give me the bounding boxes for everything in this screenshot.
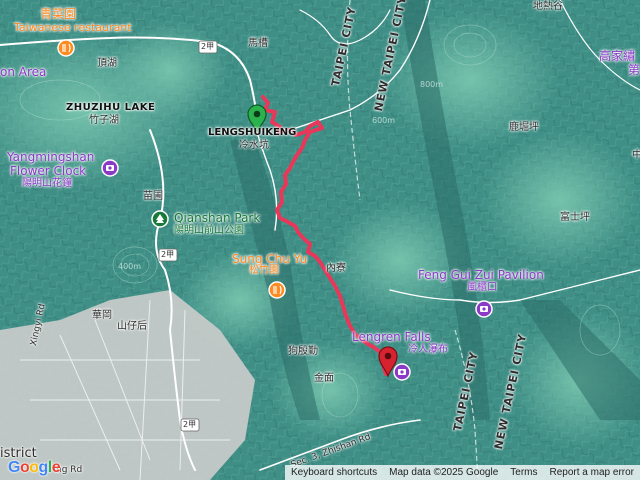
label-zhuzihu-lake: ZHUZIHU LAKE bbox=[66, 102, 156, 113]
label-fu-shi-ping: 富士坪 bbox=[560, 212, 590, 223]
park-tree-icon[interactable] bbox=[151, 210, 169, 228]
label-yangmingshan-zh[interactable]: 陽明山花鐘 bbox=[22, 179, 72, 189]
label-sung-chu-yu[interactable]: Sung Chu Yu bbox=[232, 253, 307, 265]
label-zhong-partial: 中 bbox=[632, 150, 640, 161]
attraction-camera-icon[interactable] bbox=[475, 300, 493, 318]
restaurant-icon[interactable] bbox=[57, 39, 75, 57]
label-di-re-gu: 地熱谷 bbox=[533, 1, 563, 12]
label-taiwanese-restaurant[interactable]: Taiwanese restaurant bbox=[14, 22, 132, 33]
contour-label: 600m bbox=[372, 116, 396, 125]
label-route-2a: 2甲 bbox=[183, 420, 197, 429]
contour-label: 400m bbox=[118, 262, 142, 271]
label-lengshuikeng[interactable]: LENGSHUIKENG bbox=[208, 128, 296, 138]
label-ding-hu: 頂湖 bbox=[97, 58, 117, 69]
label-flower-clock[interactable]: Flower Clock bbox=[10, 165, 86, 177]
label-hua-gang: 華岡 bbox=[92, 310, 112, 321]
restaurant-icon[interactable] bbox=[268, 281, 286, 299]
attribution-bar: Keyboard shortcuts Map data ©2025 Google… bbox=[284, 465, 640, 480]
label-zhu-zi-hu: 竹子湖 bbox=[89, 115, 119, 126]
label-route-2a: 2甲 bbox=[161, 250, 175, 259]
label-gou-yin-dong: 狗殷勤 bbox=[288, 346, 318, 357]
label-area-partial[interactable]: on Area bbox=[0, 66, 46, 78]
label-lengren-falls[interactable]: Lengren Falls bbox=[352, 331, 431, 343]
label-nei-liao: 內寮 bbox=[326, 263, 346, 274]
map-data-text: Map data ©2025 Google bbox=[389, 467, 499, 478]
label-yangmingshan[interactable]: Yangmingshan bbox=[7, 151, 94, 163]
label-lengren-falls-zh[interactable]: 冷人瀑布 bbox=[408, 345, 448, 355]
label-qianshan-park[interactable]: Qianshan Park bbox=[174, 212, 260, 224]
label-miao-pu: 苗圃 bbox=[143, 191, 163, 202]
label-feng-gui-zui[interactable]: Feng Gui Zui Pavilion bbox=[418, 269, 544, 281]
label-route-2a: 2甲 bbox=[201, 42, 215, 51]
label-lu-jue-ping: 鹿堀坪 bbox=[509, 122, 539, 133]
keyboard-shortcuts-link[interactable]: Keyboard shortcuts bbox=[285, 467, 383, 478]
attraction-camera-icon[interactable] bbox=[393, 363, 411, 381]
map-attribution: Google Keyboard shortcuts Map data ©2025… bbox=[0, 459, 640, 480]
label-gao-jia-partial2[interactable]: 第 bbox=[628, 64, 640, 76]
label-shan-zai-hou: 山仔后 bbox=[117, 321, 147, 332]
label-ma-cao: 馬槽 bbox=[248, 38, 268, 49]
map-canvas[interactable] bbox=[0, 0, 640, 480]
attraction-camera-icon[interactable] bbox=[101, 159, 119, 177]
label-qianshan-park-zh[interactable]: 陽明山前山公園 bbox=[174, 226, 244, 236]
terms-link[interactable]: Terms bbox=[504, 467, 543, 478]
contour-label: 800m bbox=[420, 80, 444, 89]
label-jin-mian: 金面 bbox=[314, 373, 334, 384]
report-error-link[interactable]: Report a map error bbox=[544, 467, 640, 478]
google-logo[interactable]: Google bbox=[8, 459, 61, 477]
label-sung-chu-yu-zh[interactable]: 松竹園 bbox=[249, 266, 279, 276]
label-gao-jia-partial[interactable]: 高家繡 bbox=[599, 50, 635, 62]
label-qing-cai-yuan[interactable]: 青菜園 bbox=[40, 8, 76, 20]
label-feng-gui-zui-zh[interactable]: 風櫃口 bbox=[467, 283, 497, 293]
label-lengshuikeng-zh: 冷水坑 bbox=[239, 140, 269, 151]
